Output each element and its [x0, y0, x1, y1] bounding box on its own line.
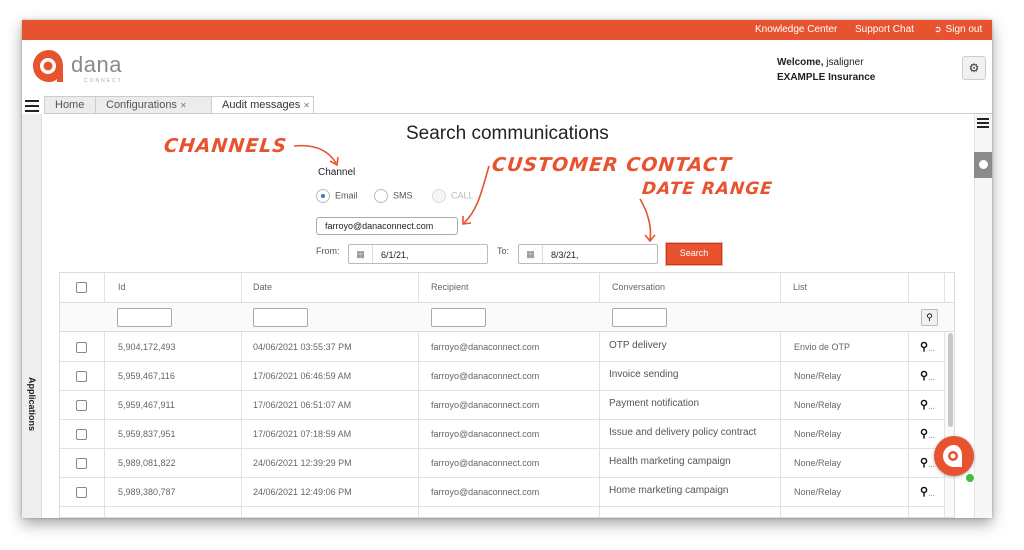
filter-id-input[interactable] — [117, 308, 172, 327]
tab-label: Home — [55, 99, 85, 111]
radio-circle-disabled — [432, 189, 446, 203]
close-icon[interactable]: ✕ — [303, 101, 310, 110]
radio-label: Email — [335, 190, 358, 201]
right-panel-toggle[interactable] — [974, 152, 992, 178]
gears-icon: ⚙ — [968, 61, 980, 75]
radio-email[interactable]: Email — [316, 189, 358, 203]
radio-label: SMS — [393, 190, 413, 201]
cell-conversation: Home marketing campaign — [609, 485, 729, 496]
row-checkbox[interactable] — [76, 371, 87, 382]
to-date-value: 8/3/21, — [551, 250, 579, 260]
table-row[interactable]: 5,904,172,493 04/06/2021 03:55:37 PM farro… — [60, 333, 954, 362]
annotation-customer-contact: CUSTOMER CONTACT — [490, 154, 733, 176]
table-header: Id Date Recipient Conversation List — [60, 273, 954, 303]
row-checkbox[interactable] — [76, 342, 87, 353]
logo-wordmark: dana — [71, 52, 122, 77]
filter-search-icon[interactable]: ⚲ — [921, 309, 938, 326]
annotation-channels: CHANNELS — [162, 135, 289, 157]
view-detail-magnifier-icon[interactable]: ⚲… — [920, 398, 935, 411]
calendar-icon[interactable]: ▦ — [519, 245, 543, 263]
radio-call: CALL — [432, 189, 474, 203]
table-row[interactable]: 5,959,467,911 17/06/2021 06:51:07 AM farro… — [60, 391, 954, 420]
from-date-value: 6/1/21, — [381, 250, 409, 260]
contact-input[interactable]: farroyo@danaconnect.com — [316, 217, 458, 235]
from-date-input[interactable]: ▦ 6/1/21, — [348, 244, 488, 264]
close-icon[interactable]: ✕ — [180, 101, 187, 110]
table-row[interactable]: 5,959,837,951 17/06/2021 07:18:59 AM farro… — [60, 420, 954, 449]
dana-logo: dana CONNECT — [30, 48, 130, 84]
sign-out-label: Sign out — [945, 24, 983, 35]
row-checkbox[interactable] — [76, 429, 87, 440]
tab-configurations[interactable]: Configurations ✕ — [95, 96, 212, 114]
sign-out-icon: ➲ — [934, 24, 942, 34]
tab-divider — [44, 113, 992, 114]
online-status-dot — [965, 473, 975, 483]
logo-subtext: CONNECT — [84, 78, 123, 84]
filter-row: ⚲ — [60, 303, 954, 332]
to-date-input[interactable]: ▦ 8/3/21, — [518, 244, 658, 264]
radio-label: CALL — [451, 190, 474, 201]
right-menu-icon[interactable] — [977, 118, 989, 129]
search-button[interactable]: Search — [666, 243, 722, 265]
tab-home[interactable]: Home — [44, 96, 96, 114]
row-checkbox[interactable] — [76, 487, 87, 498]
menu-toggle-icon[interactable] — [25, 100, 39, 112]
table-scrollbar[interactable] — [945, 333, 954, 517]
tab-audit-messages[interactable]: Audit messages ✕ — [211, 96, 314, 114]
view-detail-magnifier-icon[interactable]: ⚲… — [920, 456, 935, 469]
chat-widget-icon — [943, 445, 962, 467]
radio-circle — [374, 189, 388, 203]
circle-icon — [979, 160, 988, 169]
app-window: Knowledge Center Support Chat ➲ Sign out … — [22, 20, 992, 518]
calendar-icon[interactable]: ▦ — [349, 245, 373, 263]
sign-out-link[interactable]: ➲ Sign out — [934, 24, 982, 35]
settings-button[interactable]: ⚙ — [962, 56, 986, 80]
view-detail-magnifier-icon[interactable]: ⚲… — [920, 427, 935, 440]
cell-recipient: farroyo@danaconnect.com — [431, 487, 540, 497]
tab-label: Configurations — [106, 99, 177, 111]
applications-sidebar[interactable]: Applications — [22, 114, 42, 518]
applications-label: Applications — [27, 376, 37, 432]
filter-date-input[interactable] — [253, 308, 308, 327]
to-label: To: — [497, 246, 510, 256]
channel-label: Channel — [318, 167, 356, 178]
select-all-checkbox[interactable] — [76, 282, 87, 293]
welcome-block: Welcome, jsaligner EXAMPLE Insurance — [777, 55, 875, 85]
welcome-prefix: Welcome, — [777, 57, 824, 68]
row-checkbox[interactable] — [76, 458, 87, 469]
from-label: From: — [316, 246, 340, 256]
cell-id: 5,989,380,787 — [118, 487, 176, 497]
table-row[interactable]: 5,989,380,787 24/06/2021 12:49:06 PM farro… — [60, 478, 954, 507]
radio-circle-selected — [316, 189, 330, 203]
filter-conversation-input[interactable] — [612, 308, 667, 327]
scrollbar-thumb[interactable] — [948, 333, 953, 427]
username: jsaligner — [826, 57, 864, 68]
knowledge-center-link[interactable]: Knowledge Center — [755, 24, 837, 35]
table-row[interactable]: 5,989,081,822 24/06/2021 12:39:29 PM farro… — [60, 449, 954, 478]
annotation-date-range: DATE RANGE — [640, 179, 774, 199]
top-bar: Knowledge Center Support Chat ➲ Sign out — [22, 20, 992, 40]
chat-widget-button[interactable] — [934, 436, 974, 476]
view-detail-magnifier-icon[interactable]: ⚲… — [920, 340, 935, 353]
cell-list: None/Relay — [794, 487, 842, 497]
company-name: EXAMPLE Insurance — [777, 72, 876, 83]
view-detail-magnifier-icon[interactable]: ⚲… — [920, 369, 935, 382]
dana-logo-icon — [33, 50, 63, 82]
support-chat-link[interactable]: Support Chat — [855, 24, 914, 35]
cell-date: 24/06/2021 12:49:06 PM — [253, 487, 352, 497]
view-detail-magnifier-icon[interactable]: ⚲… — [920, 485, 935, 498]
filter-recipient-input[interactable] — [431, 308, 486, 327]
page-title: Search communications — [406, 123, 609, 144]
tab-label: Audit messages — [222, 99, 301, 111]
radio-sms[interactable]: SMS — [374, 189, 413, 203]
table-row[interactable]: 5,959,467,116 17/06/2021 06:46:59 AM farro… — [60, 362, 954, 391]
results-table: Id Date Recipient Conversation List ⚲ 5,… — [59, 272, 955, 518]
row-checkbox[interactable] — [76, 400, 87, 411]
